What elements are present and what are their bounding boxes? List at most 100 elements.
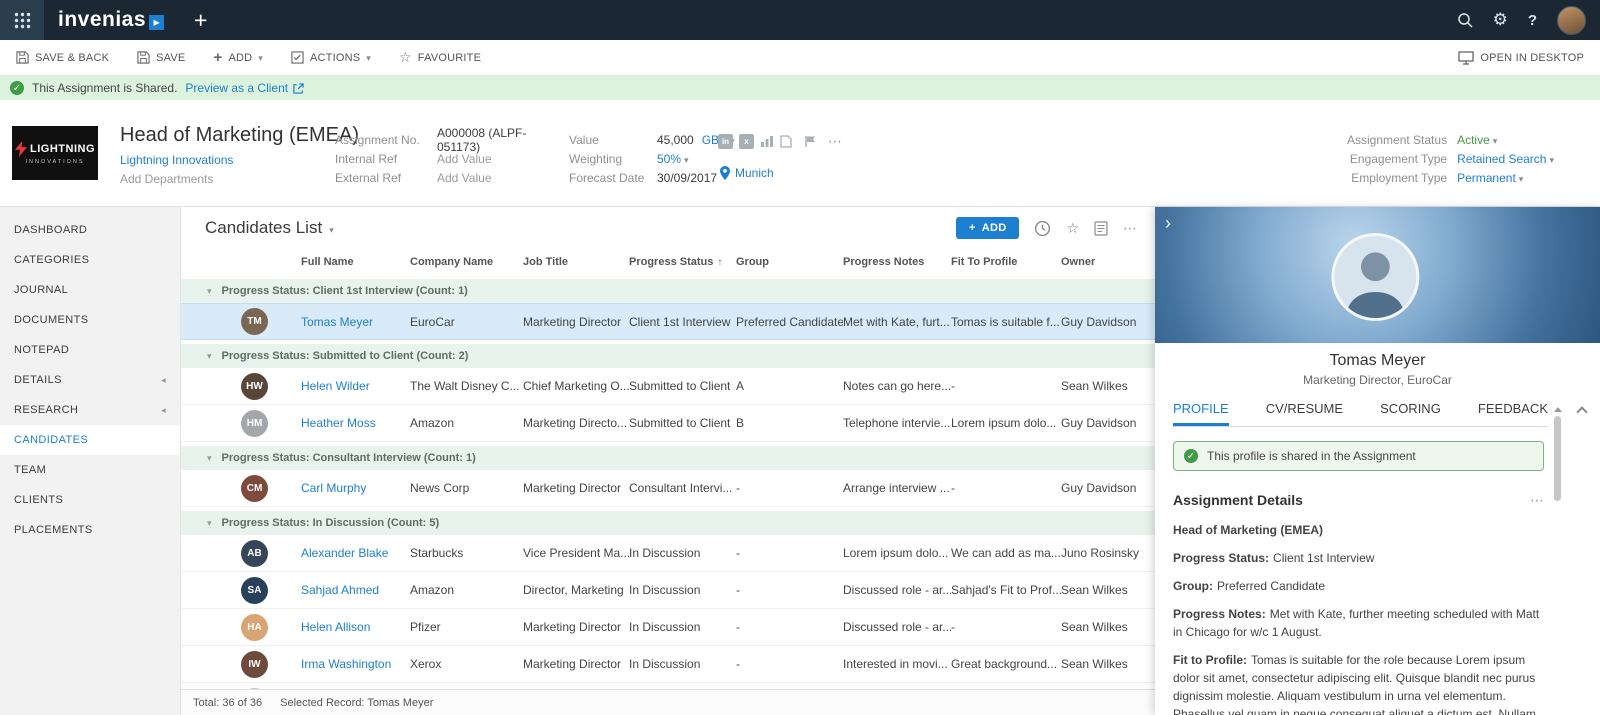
collapse-panel-icon[interactable] <box>1165 213 1171 234</box>
candidate-name-link[interactable]: Heather Moss <box>301 416 410 430</box>
favourite-button[interactable]: FAVOURITE <box>399 49 481 66</box>
sidebar-item-notepad[interactable]: NOTEPAD <box>0 335 180 365</box>
sidebar-item-dashboard[interactable]: DASHBOARD <box>0 215 180 245</box>
candidate-row-carl-murphy[interactable]: CM Carl Murphy News Corp Marketing Direc… <box>181 470 1155 507</box>
column-header-job-title[interactable]: Job Title <box>523 256 629 268</box>
progress-status-cell: In Discussion <box>629 546 736 560</box>
group-header-consultant-interview[interactable]: Progress Status: Consultant Interview (C… <box>181 446 1155 470</box>
tab-feedback[interactable]: FEEDBACK <box>1478 401 1548 426</box>
internal-ref-add-value[interactable]: Add Value <box>437 152 569 166</box>
value-amount[interactable]: 45,000 <box>657 133 694 147</box>
profile-body: ✓ This profile is shared in the Assignme… <box>1155 427 1600 715</box>
favourites-star-icon[interactable] <box>1066 220 1079 237</box>
history-clock-icon[interactable] <box>1034 220 1051 237</box>
more-icons-button[interactable] <box>828 133 842 150</box>
tab-scoring[interactable]: SCORING <box>1380 401 1441 426</box>
more-options-button[interactable] <box>1123 220 1137 237</box>
xing-icon[interactable]: x <box>739 134 754 149</box>
value-label: Value <box>569 133 657 147</box>
assignment-status-dropdown[interactable]: Active <box>1457 133 1554 147</box>
section-more-button[interactable] <box>1530 490 1544 511</box>
candidate-row-irma-washington[interactable]: IW Irma Washington Xerox Marketing Direc… <box>181 646 1155 683</box>
column-header-progress-notes[interactable]: Progress Notes <box>843 256 951 268</box>
list-title-dropdown[interactable]: Candidates List <box>205 218 334 238</box>
candidate-row-heather-moss[interactable]: HM Heather Moss Amazon Marketing Directo… <box>181 405 1155 442</box>
logo-text-top: LIGHTNING <box>30 143 95 155</box>
scroll-up-arrow[interactable] <box>1554 407 1562 412</box>
engagement-type-dropdown[interactable]: Retained Search <box>1457 152 1554 166</box>
app-launcher-button[interactable] <box>0 0 44 40</box>
column-header-fit-to-profile[interactable]: Fit To Profile <box>951 256 1061 268</box>
external-ref-add-value[interactable]: Add Value <box>437 171 569 185</box>
sidebar-item-candidates[interactable]: CANDIDATES <box>0 425 180 455</box>
tab-cv-resume[interactable]: CV/RESUME <box>1266 401 1343 426</box>
quick-add-button[interactable]: + <box>194 9 207 32</box>
group-header-submitted-to-client[interactable]: Progress Status: Submitted to Client (Co… <box>181 344 1155 368</box>
open-in-desktop-button[interactable]: OPEN IN DESKTOP <box>1458 51 1584 65</box>
invenias-logo[interactable]: invenias ▶ <box>58 8 164 32</box>
candidate-name-link[interactable]: Alexander Blake <box>301 546 410 560</box>
linkedin-icon[interactable]: in <box>718 134 733 149</box>
location-link[interactable]: Munich <box>720 166 774 180</box>
owner-cell: Sean Wilkes <box>1061 583 1155 597</box>
settings-gear-icon[interactable]: ⚙ <box>1493 10 1508 30</box>
candidate-row-sahjad-ahmed[interactable]: SA Sahjad Ahmed Amazon Director, Marketi… <box>181 572 1155 609</box>
progress-status-cell: In Discussion <box>629 657 736 671</box>
column-header-full-name[interactable]: Full Name <box>301 256 410 268</box>
stats-icon[interactable] <box>760 135 774 148</box>
sidebar-item-details[interactable]: DETAILS <box>0 365 180 395</box>
panel-scrollbar[interactable] <box>1553 405 1562 715</box>
candidate-row-helen-wilder[interactable]: HW Helen Wilder The Walt Disney C... Chi… <box>181 368 1155 405</box>
candidate-name-link[interactable]: Tomas Meyer <box>301 315 410 329</box>
column-header-owner[interactable]: Owner <box>1061 256 1155 268</box>
column-label: Fit To Profile <box>951 256 1017 268</box>
sidebar-item-clients[interactable]: CLIENTS <box>0 485 180 515</box>
column-header-company-name[interactable]: Company Name <box>410 256 523 268</box>
actions-dropdown-button[interactable]: ACTIONS <box>291 51 371 64</box>
tab-profile[interactable]: PROFILE <box>1173 401 1229 426</box>
sidebar-item-categories[interactable]: CATEGORIES <box>0 245 180 275</box>
scrollbar-thumb[interactable] <box>1554 416 1561 501</box>
collapse-group-icon <box>207 285 212 297</box>
assignment-status-fields: Assignment Status Active Engagement Type… <box>1347 130 1554 187</box>
candidate-name-link[interactable]: Helen Wilder <box>301 379 410 393</box>
group-header-in-discussion[interactable]: Progress Status: In Discussion (Count: 5… <box>181 511 1155 535</box>
sidebar-item-placements[interactable]: PLACEMENTS <box>0 515 180 545</box>
sidebar-item-documents[interactable]: DOCUMENTS <box>0 305 180 335</box>
help-icon[interactable]: ? <box>1528 12 1537 29</box>
chevron-down-icon <box>1493 133 1498 147</box>
chevron-up-icon[interactable] <box>1576 406 1587 417</box>
candidate-row-tomas-meyer[interactable]: TM Tomas Meyer EuroCar Marketing Directo… <box>181 303 1155 340</box>
user-avatar[interactable] <box>1557 6 1586 35</box>
employment-type-dropdown[interactable]: Permanent <box>1457 171 1554 185</box>
column-header-group[interactable]: Group <box>736 256 843 268</box>
sidebar-item-research[interactable]: RESEARCH <box>0 395 180 425</box>
add-dropdown-button[interactable]: + ADD <box>213 50 263 65</box>
preview-as-client-link[interactable]: Preview as a Client <box>185 81 304 95</box>
shared-assignment-banner: ✓ This Assignment is Shared. Preview as … <box>0 76 1600 100</box>
company-cell: Starbucks <box>410 546 523 560</box>
progress-status-cell: Submitted to Client <box>629 379 736 393</box>
add-departments-link[interactable]: Add Departments <box>120 172 359 186</box>
flag-icon[interactable] <box>804 135 816 148</box>
client-company-link[interactable]: Lightning Innovations <box>120 153 359 167</box>
chevron-left-icon <box>161 374 166 386</box>
candidate-row-helen-allison[interactable]: HA Helen Allison Pfizer Marketing Direct… <box>181 609 1155 646</box>
candidate-name-link[interactable]: Carl Murphy <box>301 481 410 495</box>
notes-list-icon[interactable] <box>1094 221 1108 236</box>
candidate-row-alexander-blake[interactable]: AB Alexander Blake Starbucks Vice Presid… <box>181 535 1155 572</box>
weighting-dropdown[interactable]: 50% <box>657 152 777 166</box>
column-header-progress-status[interactable]: Progress Status <box>629 256 736 268</box>
group-header-client-1st-interview[interactable]: Progress Status: Client 1st Interview (C… <box>181 279 1155 303</box>
document-icon[interactable] <box>780 135 792 148</box>
candidate-name-link[interactable]: Helen Allison <box>301 620 410 634</box>
save-button[interactable]: SAVE <box>137 51 185 64</box>
candidate-name-link[interactable]: Sahjad Ahmed <box>301 583 410 597</box>
candidate-name-link[interactable]: Irma Washington <box>301 657 410 671</box>
progress-notes-cell: Discussed role - ar... <box>843 620 951 634</box>
sidebar-item-journal[interactable]: JOURNAL <box>0 275 180 305</box>
search-icon[interactable] <box>1457 12 1473 28</box>
add-candidate-button[interactable]: +ADD <box>956 217 1019 239</box>
save-and-back-button[interactable]: SAVE & BACK <box>16 51 109 64</box>
sidebar-item-team[interactable]: TEAM <box>0 455 180 485</box>
